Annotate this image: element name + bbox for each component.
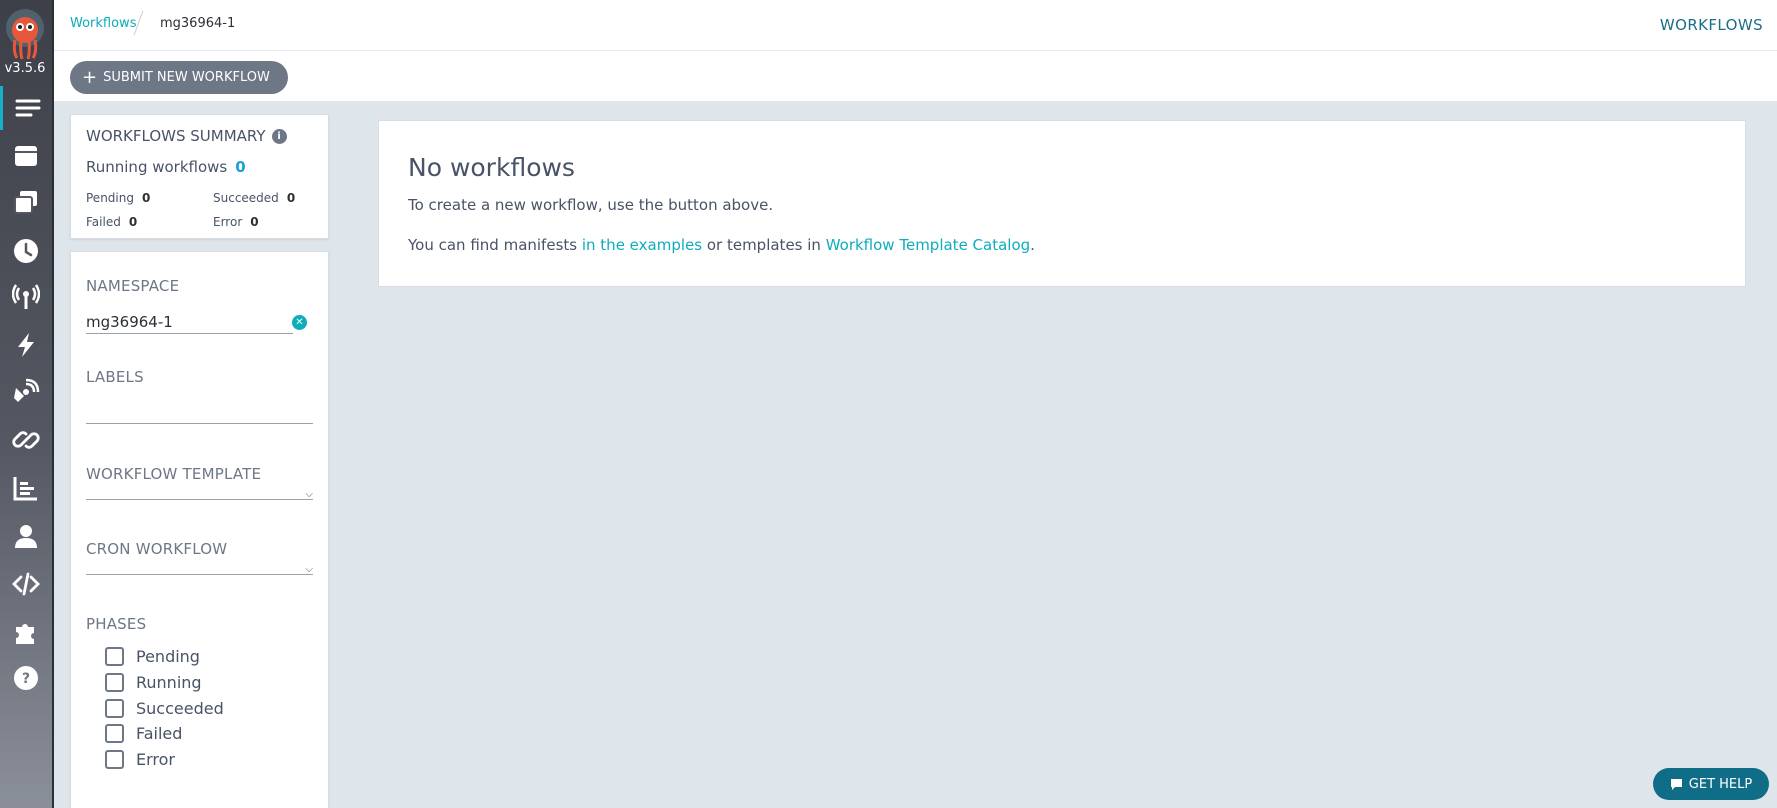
empty-state-heading: No workflows — [408, 153, 575, 182]
template-catalog-link[interactable]: Workflow Template Catalog — [826, 236, 1030, 254]
checkbox[interactable] — [105, 673, 124, 692]
empty-state-message: To create a new workflow, use the button… — [408, 196, 774, 214]
succeeded-count: 0 — [286, 191, 296, 205]
phase-checkbox-succeeded[interactable]: Succeeded — [105, 699, 224, 718]
phases-label: PHASES — [86, 615, 147, 633]
user-icon — [15, 525, 37, 548]
failed-stat: Failed 0 — [86, 215, 137, 229]
broadcast-icon — [12, 284, 40, 309]
nav-item-cron[interactable] — [0, 229, 52, 273]
nav-item-plugins[interactable] — [0, 610, 52, 654]
filters-panel: NAMESPACE ✕ LABELS WORKFLOW TEMPLATE ⌵ C… — [70, 251, 329, 808]
toolbar: + SUBMIT NEW WORKFLOW — [54, 51, 1777, 101]
phase-label: Succeeded — [136, 699, 224, 718]
error-label: Error — [213, 215, 243, 229]
side-nav: v3.5.6 ? — [0, 0, 54, 808]
nav-item-event-sources[interactable] — [0, 323, 52, 367]
nav-item-templates[interactable] — [0, 134, 52, 178]
chevron-down-icon: ⌵ — [305, 489, 313, 500]
satellite-icon — [14, 378, 40, 402]
failed-label: Failed — [86, 215, 121, 229]
workflows-summary-card: WORKFLOWS SUMMARY i Running workflows 0 P… — [70, 114, 329, 239]
top-bar: Workflows mg36964-1 WORKFLOWS — [54, 0, 1777, 51]
page-title: WORKFLOWS — [1659, 16, 1763, 34]
chart-icon — [13, 477, 37, 501]
app-version: v3.5.6 — [4, 61, 46, 76]
breadcrumb-current: mg36964-1 — [160, 16, 236, 31]
namespace-label: NAMESPACE — [86, 277, 180, 295]
puzzle-icon — [16, 624, 34, 644]
window-icon — [15, 146, 37, 166]
succeeded-label: Succeeded — [213, 191, 279, 205]
empty-state-links: You can find manifests in the examples o… — [408, 236, 1035, 254]
bolt-icon — [18, 333, 34, 357]
pending-stat: Pending 0 — [86, 191, 150, 205]
nav-item-event-flow[interactable] — [0, 275, 52, 319]
namespace-input[interactable] — [86, 310, 293, 334]
menu-icon — [15, 99, 40, 117]
phase-checkbox-pending[interactable]: Pending — [105, 647, 200, 666]
links-middle: or templates in — [702, 236, 826, 254]
phase-label: Running — [136, 673, 202, 692]
get-help-button[interactable]: GET HELP — [1653, 768, 1769, 800]
phase-label: Error — [136, 750, 175, 769]
checkbox[interactable] — [105, 699, 124, 718]
running-count: 0 — [235, 158, 246, 176]
empty-state-panel: No workflows To create a new workflow, u… — [378, 120, 1746, 287]
pending-count: 0 — [141, 191, 151, 205]
error-count: 0 — [250, 215, 259, 229]
checkbox[interactable] — [105, 647, 124, 666]
archive-stack-icon — [14, 191, 37, 214]
pending-label: Pending — [86, 191, 134, 205]
links-prefix: You can find manifests — [408, 236, 582, 254]
svg-text:?: ? — [22, 671, 30, 687]
error-stat: Error 0 — [213, 215, 259, 229]
submit-button-label: SUBMIT NEW WORKFLOW — [103, 70, 270, 85]
breadcrumb-workflows-link[interactable]: Workflows — [70, 16, 136, 31]
links-suffix: . — [1030, 236, 1035, 254]
plus-icon: + — [82, 66, 98, 88]
phase-checkbox-failed[interactable]: Failed — [105, 724, 182, 743]
checkbox[interactable] — [105, 724, 124, 743]
nav-item-user[interactable] — [0, 514, 52, 558]
summary-title-text: WORKFLOWS SUMMARY — [86, 127, 266, 145]
cron-workflow-select[interactable]: ⌵ — [86, 553, 313, 575]
submit-new-workflow-button[interactable]: + SUBMIT NEW WORKFLOW — [70, 61, 288, 94]
chevron-down-icon: ⌵ — [305, 564, 313, 575]
phase-checkbox-error[interactable]: Error — [105, 750, 175, 769]
phase-label: Pending — [136, 647, 200, 666]
clear-namespace-icon[interactable]: ✕ — [292, 315, 307, 330]
running-workflows: Running workflows 0 — [86, 158, 246, 176]
labels-label: LABELS — [86, 368, 144, 386]
get-help-label: GET HELP — [1688, 776, 1753, 792]
phase-checkbox-running[interactable]: Running — [105, 673, 202, 692]
nav-item-cluster-templates[interactable] — [0, 180, 52, 224]
clock-icon — [14, 239, 38, 263]
checkbox[interactable] — [105, 750, 124, 769]
labels-input[interactable] — [86, 402, 313, 424]
phase-label: Failed — [136, 724, 183, 743]
running-label: Running workflows — [86, 158, 228, 176]
code-icon — [12, 572, 40, 596]
nav-item-help[interactable]: ? — [0, 656, 52, 700]
nav-item-workflows[interactable] — [0, 86, 52, 130]
nav-item-api-docs[interactable] — [0, 562, 52, 606]
nav-item-sensors[interactable] — [0, 370, 52, 414]
link-icon — [12, 431, 40, 449]
examples-link[interactable]: in the examples — [582, 236, 702, 254]
argo-logo-icon — [6, 9, 44, 60]
help-circle-icon: ? — [14, 666, 38, 690]
nav-item-event-bus[interactable] — [0, 418, 52, 462]
info-icon[interactable]: i — [271, 128, 287, 144]
summary-title: WORKFLOWS SUMMARY i — [86, 127, 287, 145]
chat-icon — [1670, 778, 1682, 790]
workflow-template-select[interactable]: ⌵ — [86, 478, 313, 500]
succeeded-stat: Succeeded 0 — [213, 191, 295, 205]
nav-item-reports[interactable] — [0, 466, 52, 510]
failed-count: 0 — [128, 215, 138, 229]
